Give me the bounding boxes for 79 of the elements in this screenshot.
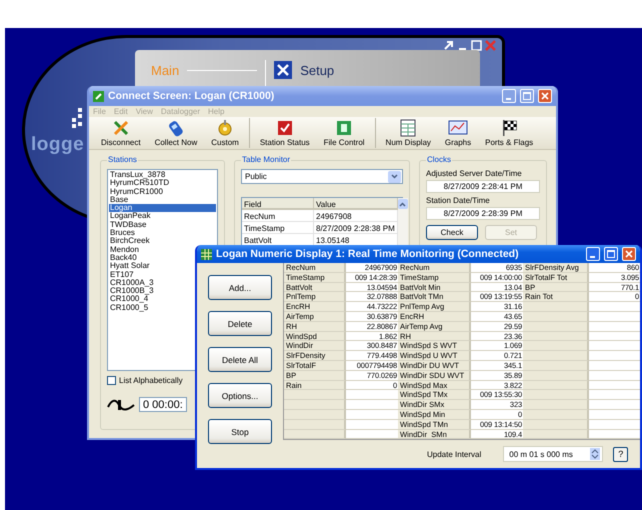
maximize-icon[interactable] [471,40,482,51]
action-button[interactable]: Delete All [208,347,272,372]
restore-icon[interactable] [443,40,454,51]
clock-button[interactable]: Check [426,225,478,240]
server-time-field: 8/27/2009 2:28:41 PM [426,180,540,193]
station-item[interactable]: CR1000B_3 [109,287,155,296]
maximize-icon [607,250,615,258]
table-dropdown[interactable]: Public [241,169,403,184]
help-button[interactable]: ? [613,446,628,462]
update-interval-field[interactable]: 00 m 01 s 000 ms [503,446,604,462]
close-icon [625,250,633,258]
action-button[interactable]: Add... [208,275,272,300]
chevron-up-icon [399,202,406,206]
maximize-button[interactable] [520,89,534,103]
group-title: Clocks [426,155,452,164]
toolbar-button[interactable]: Num Display [386,138,431,147]
window-title: Connect Screen: Logan (CR1000) [108,90,276,102]
maximize-button[interactable] [604,247,618,261]
action-button[interactable]: Delete [208,311,272,336]
station-item[interactable]: ET107 [109,270,135,279]
dots-logo-icon [70,108,84,130]
checkbox[interactable] [107,376,116,385]
close-icon [541,92,549,100]
station-item[interactable]: HyrumCR510TD [109,179,170,188]
toolbar-button[interactable]: Ports & Flags [485,138,534,147]
maximize-icon [523,92,531,100]
checkbox-label: List Alphabetically [119,376,183,385]
group-title: Table Monitor [241,155,292,164]
station-item[interactable]: Hyatt Solar [109,262,151,271]
clock-label: Adjusted Server Date/Time [426,169,523,178]
station-item[interactable]: Logan [109,204,216,212]
signal-wave-icon [107,398,135,410]
document-icon [335,119,354,137]
group-title: Stations [107,155,138,164]
station-item[interactable]: LoganPeak [109,212,152,221]
station-item[interactable]: TWDBase [109,220,148,230]
close-button[interactable] [622,247,636,261]
update-interval-label: Update Interval [427,450,482,459]
toolbar-button[interactable]: Disconnect [101,138,141,147]
station-item[interactable]: CR1000_4 [109,295,150,304]
station-item[interactable]: Bruces [109,229,136,238]
minimize-button[interactable] [586,247,600,261]
station-item[interactable]: HyrumCR1000 [109,188,164,196]
station-item[interactable]: CR1000A_3 [109,278,155,288]
chevron-down-icon [391,174,398,179]
toolbar-button[interactable]: Graphs [444,138,472,147]
elapsed-time-field: 0 00:00: [139,397,187,412]
toolbar-button[interactable]: Collect Now [154,138,198,147]
action-button[interactable]: Options... [208,383,272,408]
toolbar-button[interactable]: File Control [324,138,365,147]
minimize-button[interactable] [502,89,516,103]
window-title: Logan Numeric Display 1: Real Time Monitoring (Connected) [216,248,520,260]
checkered-flag-icon [500,119,518,137]
station-item[interactable]: TransLux_3878 [109,171,166,180]
spinner-icon [590,448,600,460]
station-time-field: 8/27/2009 2:28:39 PM [426,207,540,220]
station-item[interactable]: CR1000_5 [109,304,150,312]
chart-icon [448,119,468,137]
grid-icon [201,248,212,260]
column-header[interactable]: Field [242,198,314,210]
table-cell: RecNum [242,210,314,222]
checkmark-icon [276,119,294,137]
close-button[interactable] [538,89,552,103]
station-item[interactable]: BirchCreek [109,237,151,246]
column-header[interactable]: Value [314,198,398,210]
toolbar-button[interactable]: Custom [211,138,239,147]
station-item[interactable]: Back40 [109,254,138,262]
action-button[interactable]: Stop [208,419,272,444]
table-cell: 24967908 [314,210,398,222]
table-cell: TimeStamp [242,222,314,234]
pencil-icon [93,90,104,102]
table-cell: 8/27/2009 2:28:38 PM [314,222,398,234]
station-item[interactable]: Mendon [109,246,140,254]
clock-label: Station Date/Time [426,196,491,205]
toolbar-button[interactable]: Station Status [260,138,310,147]
logo-text: logge [31,134,84,156]
station-item[interactable]: Base [109,196,130,204]
table-icon [399,119,418,137]
nav-tab[interactable]: Setup [300,62,334,78]
